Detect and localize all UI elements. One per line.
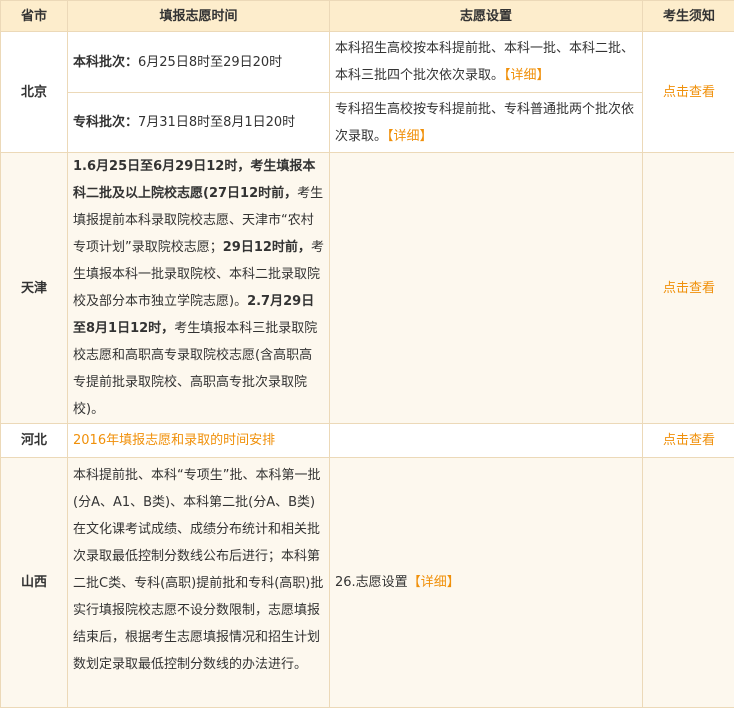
hebei-time: 2016年填报志愿和录取的时间安排 (68, 424, 330, 458)
table-row-beijing-1: 北京 本科批次：6月25日8时至29日20时 本科招生高校按本科提前批、本科一批… (1, 32, 734, 93)
view-link-tianjin[interactable]: 点击查看 (663, 281, 715, 296)
view-link-hebei[interactable]: 点击查看 (663, 433, 715, 448)
notice-cell: 点击查看 (643, 153, 734, 424)
detail-link[interactable]: 【详细】 (408, 575, 460, 590)
province-shanxi: 山西 (1, 458, 68, 708)
table-row-tianjin: 天津 1.6月25日至6月29日12时，考生填报本科二批及以上院校志愿(27日1… (1, 153, 734, 424)
hebei-schedule-link[interactable]: 2016年填报志愿和录取的时间安排 (73, 433, 275, 448)
view-link-beijing[interactable]: 点击查看 (663, 85, 715, 100)
province-beijing: 北京 (1, 32, 68, 153)
text: 本科招生高校按本科提前批、本科一批、本科二批、本科三批四个批次依次录取。 (335, 41, 634, 83)
text: 26.志愿设置 (335, 575, 408, 590)
time: 7月31日8时至8月1日20时 (138, 115, 295, 130)
detail-link[interactable]: 【详细】 (504, 68, 550, 83)
table-row-shanxi: 山西 本科提前批、本科“专项生”批、本科第一批(分A、A1、B类)、本科第二批(… (1, 458, 734, 708)
time: 6月25日8时至29日20时 (138, 55, 282, 70)
table-row-beijing-2: 专科批次：7月31日8时至8月1日20时 专科招生高校按专科提前批、专科普通批两… (1, 93, 734, 153)
notice-cell: 点击查看 (643, 424, 734, 458)
tianjin-settings (330, 153, 643, 424)
table-row-hebei: 河北 2016年填报志愿和录取的时间安排 点击查看 (1, 424, 734, 458)
admission-schedule-table: 省市 填报志愿时间 志愿设置 考生须知 北京 本科批次：6月25日8时至29日2… (0, 0, 734, 708)
label: 专科批次： (73, 115, 138, 130)
beijing-college-time: 专科批次：7月31日8时至8月1日20时 (68, 93, 330, 153)
table-header: 省市 填报志愿时间 志愿设置 考生须知 (1, 1, 734, 32)
label: 本科批次： (73, 55, 138, 70)
province-tianjin: 天津 (1, 153, 68, 424)
text-bold: 29日12时前， (223, 240, 311, 255)
text: 专科招生高校按专科提前批、专科普通批两个批次依次录取。 (335, 102, 634, 144)
header-settings: 志愿设置 (330, 1, 643, 32)
detail-link[interactable]: 【详细】 (387, 129, 433, 144)
header-notice: 考生须知 (643, 1, 734, 32)
header-province: 省市 (1, 1, 68, 32)
hebei-settings (330, 424, 643, 458)
beijing-undergrad-time: 本科批次：6月25日8时至29日20时 (68, 32, 330, 93)
header-time: 填报志愿时间 (68, 1, 330, 32)
notice-cell: 点击查看 (643, 32, 734, 153)
beijing-undergrad-settings: 本科招生高校按本科提前批、本科一批、本科二批、本科三批四个批次依次录取。【详细】 (330, 32, 643, 93)
beijing-college-settings: 专科招生高校按专科提前批、专科普通批两个批次依次录取。【详细】 (330, 93, 643, 153)
notice-cell (643, 458, 734, 708)
text-bold: 1.6月25日至6月29日12时，考生填报本科二批及以上院校志愿(27日12时前… (73, 159, 315, 201)
province-hebei: 河北 (1, 424, 68, 458)
shanxi-time: 本科提前批、本科“专项生”批、本科第一批(分A、A1、B类)、本科第二批(分A、… (68, 458, 330, 708)
shanxi-settings: 26.志愿设置【详细】 (330, 458, 643, 708)
tianjin-time: 1.6月25日至6月29日12时，考生填报本科二批及以上院校志愿(27日12时前… (68, 153, 330, 424)
